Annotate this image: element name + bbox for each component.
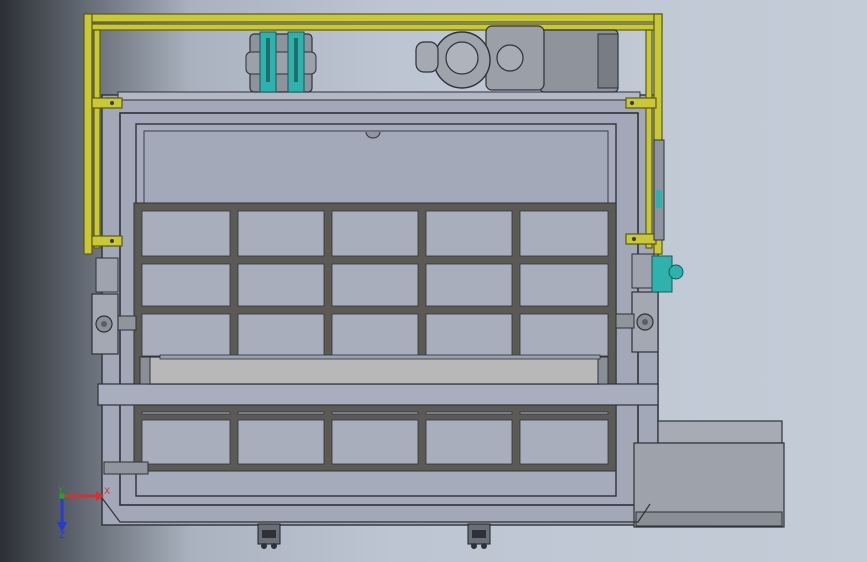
- mesh-grid: [133, 202, 617, 472]
- left-lower-shaft: [103, 461, 149, 475]
- mesh-grid-cell: [141, 210, 231, 257]
- fan-bracket-slot: [266, 38, 270, 82]
- mesh-grid-cell: [425, 263, 513, 307]
- mesh-grid-cell: [331, 263, 419, 307]
- frame-bolt: [110, 239, 114, 243]
- frame-left-inner-post: [93, 29, 101, 249]
- right-bearing-bracket: [631, 253, 655, 289]
- machine-model: [57, 13, 785, 549]
- cad-viewport[interactable]: X Y Z: [0, 0, 867, 562]
- left-bearing-hole: [101, 321, 107, 327]
- frame-bolt: [110, 101, 114, 105]
- housing-top-rail: [117, 91, 641, 101]
- belt-top-strip: [159, 354, 601, 360]
- mesh-grid-cell: [141, 419, 231, 465]
- frame-bolt: [630, 101, 634, 105]
- mesh-grid-cell: [425, 411, 513, 415]
- mesh-grid-cell: [331, 313, 419, 357]
- right-side-accent: [656, 190, 662, 208]
- gearbox-pulley: [496, 44, 524, 72]
- frame-bolt: [632, 237, 636, 241]
- mesh-grid-cell: [331, 419, 419, 465]
- mesh-grid-cell: [519, 210, 609, 257]
- left-shaft: [117, 315, 137, 331]
- motor-fins: [597, 33, 619, 89]
- triad-z-label: Z: [59, 531, 66, 541]
- frame-second-beam: [83, 23, 663, 31]
- frame-top-beam: [83, 13, 663, 23]
- conveyor-belt: [147, 356, 601, 385]
- left-bearing-bracket: [95, 257, 119, 293]
- right-drive-knob: [668, 264, 684, 280]
- mesh-grid-cell: [141, 411, 231, 415]
- frame-left-post: [83, 13, 93, 255]
- pump-flange: [415, 41, 439, 73]
- drive-motor: [415, 25, 619, 93]
- mesh-grid-cell: [519, 419, 609, 465]
- mesh-grid-cell: [237, 313, 325, 357]
- mesh-grid-cell: [237, 210, 325, 257]
- fan-assembly: [245, 31, 317, 93]
- pump-inlet: [445, 41, 479, 75]
- mesh-grid-cells: [141, 210, 609, 465]
- frame-right-inner-post: [645, 29, 653, 249]
- caster-right: [467, 523, 491, 549]
- mesh-grid-cell: [141, 263, 231, 307]
- mesh-grid-cell: [519, 263, 609, 307]
- right-shaft: [615, 313, 635, 329]
- mesh-grid-cell: [237, 411, 325, 415]
- fan-bracket-slot: [294, 38, 298, 82]
- axis-triad: [57, 491, 104, 532]
- fan-cap: [245, 51, 317, 75]
- mesh-grid-cell: [425, 313, 513, 357]
- mesh-grid-cell: [331, 210, 419, 257]
- belt-end-right: [597, 356, 609, 385]
- chamber-inner-panel: [143, 130, 609, 208]
- mesh-grid-cell: [425, 419, 513, 465]
- caster-left: [257, 523, 281, 549]
- right-bearing-hole: [642, 319, 648, 325]
- mesh-grid-cell: [519, 313, 609, 357]
- frame-left-lower-arm: [91, 235, 123, 247]
- triad-y-label: Y: [58, 486, 64, 496]
- belt-end-left: [139, 356, 151, 385]
- mesh-grid-cell: [519, 411, 609, 415]
- hopper-base: [635, 511, 783, 527]
- hopper-lid: [657, 420, 783, 444]
- mesh-grid-cell: [141, 313, 231, 357]
- mesh-grid-cell: [331, 411, 419, 415]
- mesh-grid-cell: [237, 419, 325, 465]
- belt-frame: [97, 383, 659, 406]
- frame-left-upper-arm: [91, 97, 123, 109]
- mesh-grid-cell: [237, 263, 325, 307]
- frame-right-lower-arm: [625, 233, 657, 245]
- triad-x-label: X: [104, 487, 111, 497]
- mesh-grid-cell: [425, 210, 513, 257]
